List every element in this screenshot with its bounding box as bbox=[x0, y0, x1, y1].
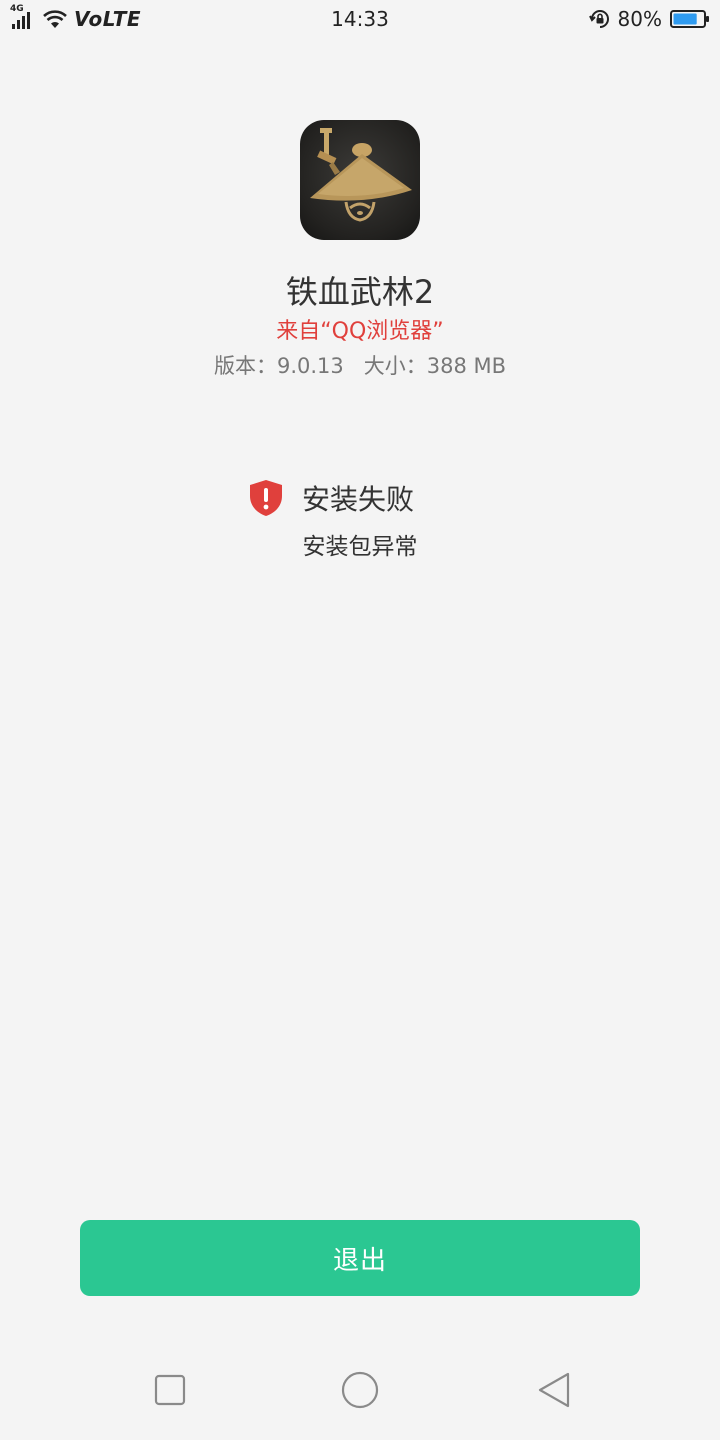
app-source: 来自“QQ浏览器” bbox=[276, 319, 444, 344]
app-size: 大小：388 MB bbox=[363, 354, 507, 378]
battery-percent: 80% bbox=[617, 7, 662, 31]
status-bar: 4G VoLTE 14:33 80% bbox=[0, 0, 720, 38]
rotation-lock-icon bbox=[588, 10, 609, 28]
app-icon-bamboo-hat bbox=[310, 128, 412, 222]
sword-graphic bbox=[317, 128, 340, 175]
result-detail: 安装包异常 bbox=[302, 534, 418, 560]
exit-button[interactable]: 退出 bbox=[80, 1220, 640, 1296]
app-icon bbox=[300, 120, 420, 240]
status-bar-right: 80% bbox=[588, 6, 710, 32]
shield-warning-icon bbox=[250, 480, 282, 516]
app-version: 版本：9.0.13 bbox=[213, 354, 344, 378]
app-name: 铁血武林2 bbox=[285, 273, 435, 311]
navigation-bar bbox=[0, 1352, 720, 1432]
battery-icon bbox=[670, 10, 709, 28]
back-icon[interactable] bbox=[534, 1370, 574, 1410]
home-icon[interactable] bbox=[340, 1370, 380, 1410]
install-result: 安装失败 bbox=[248, 478, 414, 518]
recents-icon[interactable] bbox=[150, 1370, 190, 1410]
result-title: 安装失败 bbox=[302, 483, 415, 516]
app-meta: 版本：9.0.13 大小：388 MB bbox=[0, 350, 720, 382]
